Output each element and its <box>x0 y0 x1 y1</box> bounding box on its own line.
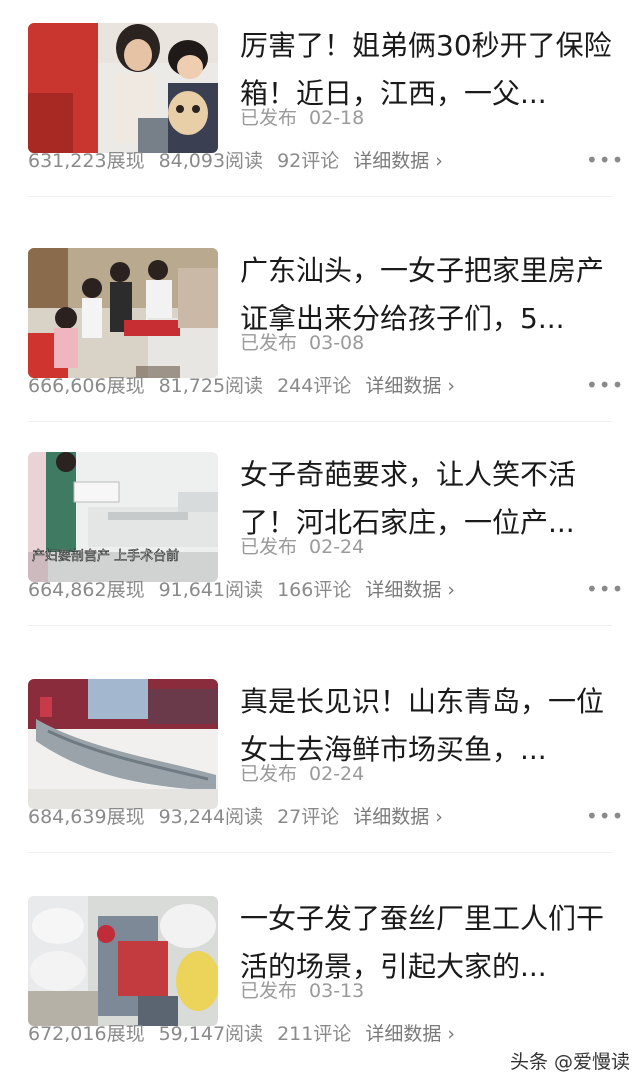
more-dots-icon[interactable]: ••• <box>586 802 623 832</box>
article-item[interactable]: 真是长见识！山东青岛，一位女士去海鲜市场买鱼，... 已发布 02-24 684,… <box>0 656 640 874</box>
publish-info: 已发布 02-18 <box>240 104 364 132</box>
views-count: 664,862展现 <box>28 579 145 601</box>
reads-count: 84,093阅读 <box>158 150 264 172</box>
views-count: 631,223展现 <box>28 150 145 172</box>
article-stats: 666,606展现 81,725阅读 244评论 详细数据 › <box>28 371 469 401</box>
more-dots-icon[interactable]: ••• <box>586 371 623 401</box>
publish-status: 已发布 <box>240 107 298 129</box>
article-list: 厉害了！姐弟俩30秒开了保险箱！近日，江西，一父... 已发布 02-18 631… <box>0 0 640 1086</box>
publish-date: 02-24 <box>309 763 365 785</box>
views-count: 666,606展现 <box>28 375 145 397</box>
reads-count: 59,147阅读 <box>158 1023 264 1045</box>
watermark: 头条 @爱慢读 <box>509 1051 630 1073</box>
publish-date: 02-18 <box>309 107 365 129</box>
article-stats: 684,639展现 93,244阅读 27评论 详细数据 › <box>28 802 457 832</box>
detail-data-link[interactable]: 详细数据 › <box>365 579 455 601</box>
detail-data-link[interactable]: 详细数据 › <box>365 375 455 397</box>
thumbnail-image <box>28 896 218 1026</box>
publish-info: 已发布 03-13 <box>240 977 364 1005</box>
more-dots-icon[interactable]: ••• <box>586 146 623 176</box>
article-thumbnail[interactable] <box>28 679 218 809</box>
article-stats: 664,862展现 91,641阅读 166评论 详细数据 › <box>28 575 469 605</box>
comments-count: 166评论 <box>277 579 352 601</box>
article-thumbnail[interactable] <box>28 248 218 378</box>
thumbnail-image <box>28 23 218 153</box>
publish-info: 已发布 02-24 <box>240 760 364 788</box>
reads-count: 91,641阅读 <box>158 579 264 601</box>
comments-count: 211评论 <box>277 1023 352 1045</box>
comments-count: 27评论 <box>277 806 340 828</box>
views-count: 684,639展现 <box>28 806 145 828</box>
divider <box>28 196 612 197</box>
publish-status: 已发布 <box>240 763 298 785</box>
publish-info: 已发布 02-24 <box>240 533 364 561</box>
thumbnail-image <box>28 248 218 378</box>
more-dots-icon[interactable]: ••• <box>586 575 623 605</box>
article-stats: 631,223展现 84,093阅读 92评论 详细数据 › <box>28 146 457 176</box>
reads-count: 93,244阅读 <box>158 806 264 828</box>
views-count: 672,016展现 <box>28 1023 145 1045</box>
article-thumbnail[interactable]: 产妇要剖宫产 上手术台前 <box>28 452 218 582</box>
detail-data-link[interactable]: 详细数据 › <box>353 806 443 828</box>
thumbnail-image: 产妇要剖宫产 上手术台前 <box>28 452 218 582</box>
publish-date: 03-13 <box>309 980 365 1002</box>
publish-date: 02-24 <box>309 536 365 558</box>
divider <box>28 625 612 626</box>
article-thumbnail[interactable] <box>28 896 218 1026</box>
detail-data-link[interactable]: 详细数据 › <box>353 150 443 172</box>
detail-data-link[interactable]: 详细数据 › <box>365 1023 455 1045</box>
article-item[interactable]: 广东汕头，一女子把家里房产证拿出来分给孩子们，5... 已发布 03-08 666… <box>0 225 640 443</box>
reads-count: 81,725阅读 <box>158 375 264 397</box>
article-item[interactable]: 厉害了！姐弟俩30秒开了保险箱！近日，江西，一父... 已发布 02-18 631… <box>0 0 640 218</box>
comments-count: 244评论 <box>277 375 352 397</box>
publish-info: 已发布 03-08 <box>240 329 364 357</box>
article-item[interactable]: 产妇要剖宫产 上手术台前 女子奇葩要求，让人笑不活了！河北石家庄，一位产... … <box>0 429 640 647</box>
publish-status: 已发布 <box>240 980 298 1002</box>
thumbnail-caption: 产妇要剖宫产 上手术台前 <box>32 548 179 564</box>
divider <box>28 421 612 422</box>
comments-count: 92评论 <box>277 150 340 172</box>
article-stats: 672,016展现 59,147阅读 211评论 详细数据 › <box>28 1019 469 1049</box>
publish-date: 03-08 <box>309 332 365 354</box>
divider <box>28 852 612 853</box>
thumbnail-image <box>28 679 218 809</box>
article-thumbnail[interactable] <box>28 23 218 153</box>
publish-status: 已发布 <box>240 536 298 558</box>
publish-status: 已发布 <box>240 332 298 354</box>
